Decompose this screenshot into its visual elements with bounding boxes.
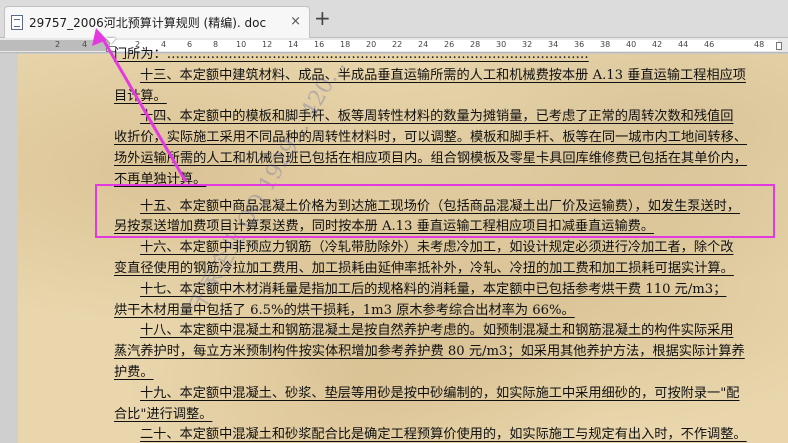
- document-tab[interactable]: 29757_2006河北预算计算规则 (精编). doc ×: [4, 6, 310, 38]
- document-area: 门所为：…………………………………………………………………………………… 十三、…: [0, 47, 788, 443]
- document-line: 烘干木材用量中包括了 6.5%的烘干损耗，1m3 原木参考综合出材率为 66%。: [114, 302, 575, 318]
- document-line: 十四、本定额中的模板和脚手杆、板等周转性材料的数量为摊销量，已考虑了正常的周转次…: [140, 109, 734, 125]
- ruler-tick: 4: [82, 40, 88, 49]
- document-line: 护费。: [114, 364, 154, 380]
- document-line: 十八、本定额中混凝土和钢筋混凝土是按自然养护考虑的。如预制混凝土和钢筋混凝土的构…: [140, 323, 734, 339]
- document-line: 二十、本定额中混凝土和砂浆配合比是确定工程预算价使用的，如实际施工与规定有出入时…: [140, 427, 747, 443]
- tab-title: 29757_2006河北预算计算规则 (精编). doc: [29, 16, 267, 30]
- document-line: 门所为：……………………………………………………………………………………: [114, 47, 589, 62]
- annotation-highlight-box: [95, 184, 775, 238]
- document-line: 目计算。: [114, 88, 167, 104]
- ruler-tick: 2: [55, 40, 61, 49]
- document-line: 收折价，实际施工采用不同品种的周转性材料时，可以调整。模板和脚手杆、板等在同一城…: [114, 130, 747, 146]
- close-tab-icon[interactable]: ×: [290, 15, 301, 29]
- page-gutter: [0, 54, 18, 443]
- document-line: 合比"进行调整。: [114, 406, 213, 422]
- first-line-indent-marker[interactable]: [106, 38, 116, 44]
- document-line: 十九、本定额中混凝土、砂浆、垫层等用砂是按中砂编制的，如实际施工中采用细砂的，可…: [140, 385, 740, 401]
- document-page[interactable]: 门所为：…………………………………………………………………………………… 十三、…: [18, 47, 788, 443]
- word-document-icon: [11, 15, 23, 30]
- document-line: 场外运输所需的人工和机械台班已包括在相应项目内。组合钢模板及零星卡具回库维修费已…: [114, 150, 747, 166]
- document-line: 十三、本定额中建筑材料、成品、半成品垂直运输所需的人工和机械费按本册 A.13 …: [140, 67, 746, 83]
- document-line: 蒸汽养护时，每立方米预制构件按实体积增加参考养护费 80 元/m3；如采用其他养…: [114, 344, 745, 360]
- tab-bar: 29757_2006河北预算计算规则 (精编). doc × +: [0, 0, 788, 38]
- new-tab-button[interactable]: +: [314, 7, 331, 29]
